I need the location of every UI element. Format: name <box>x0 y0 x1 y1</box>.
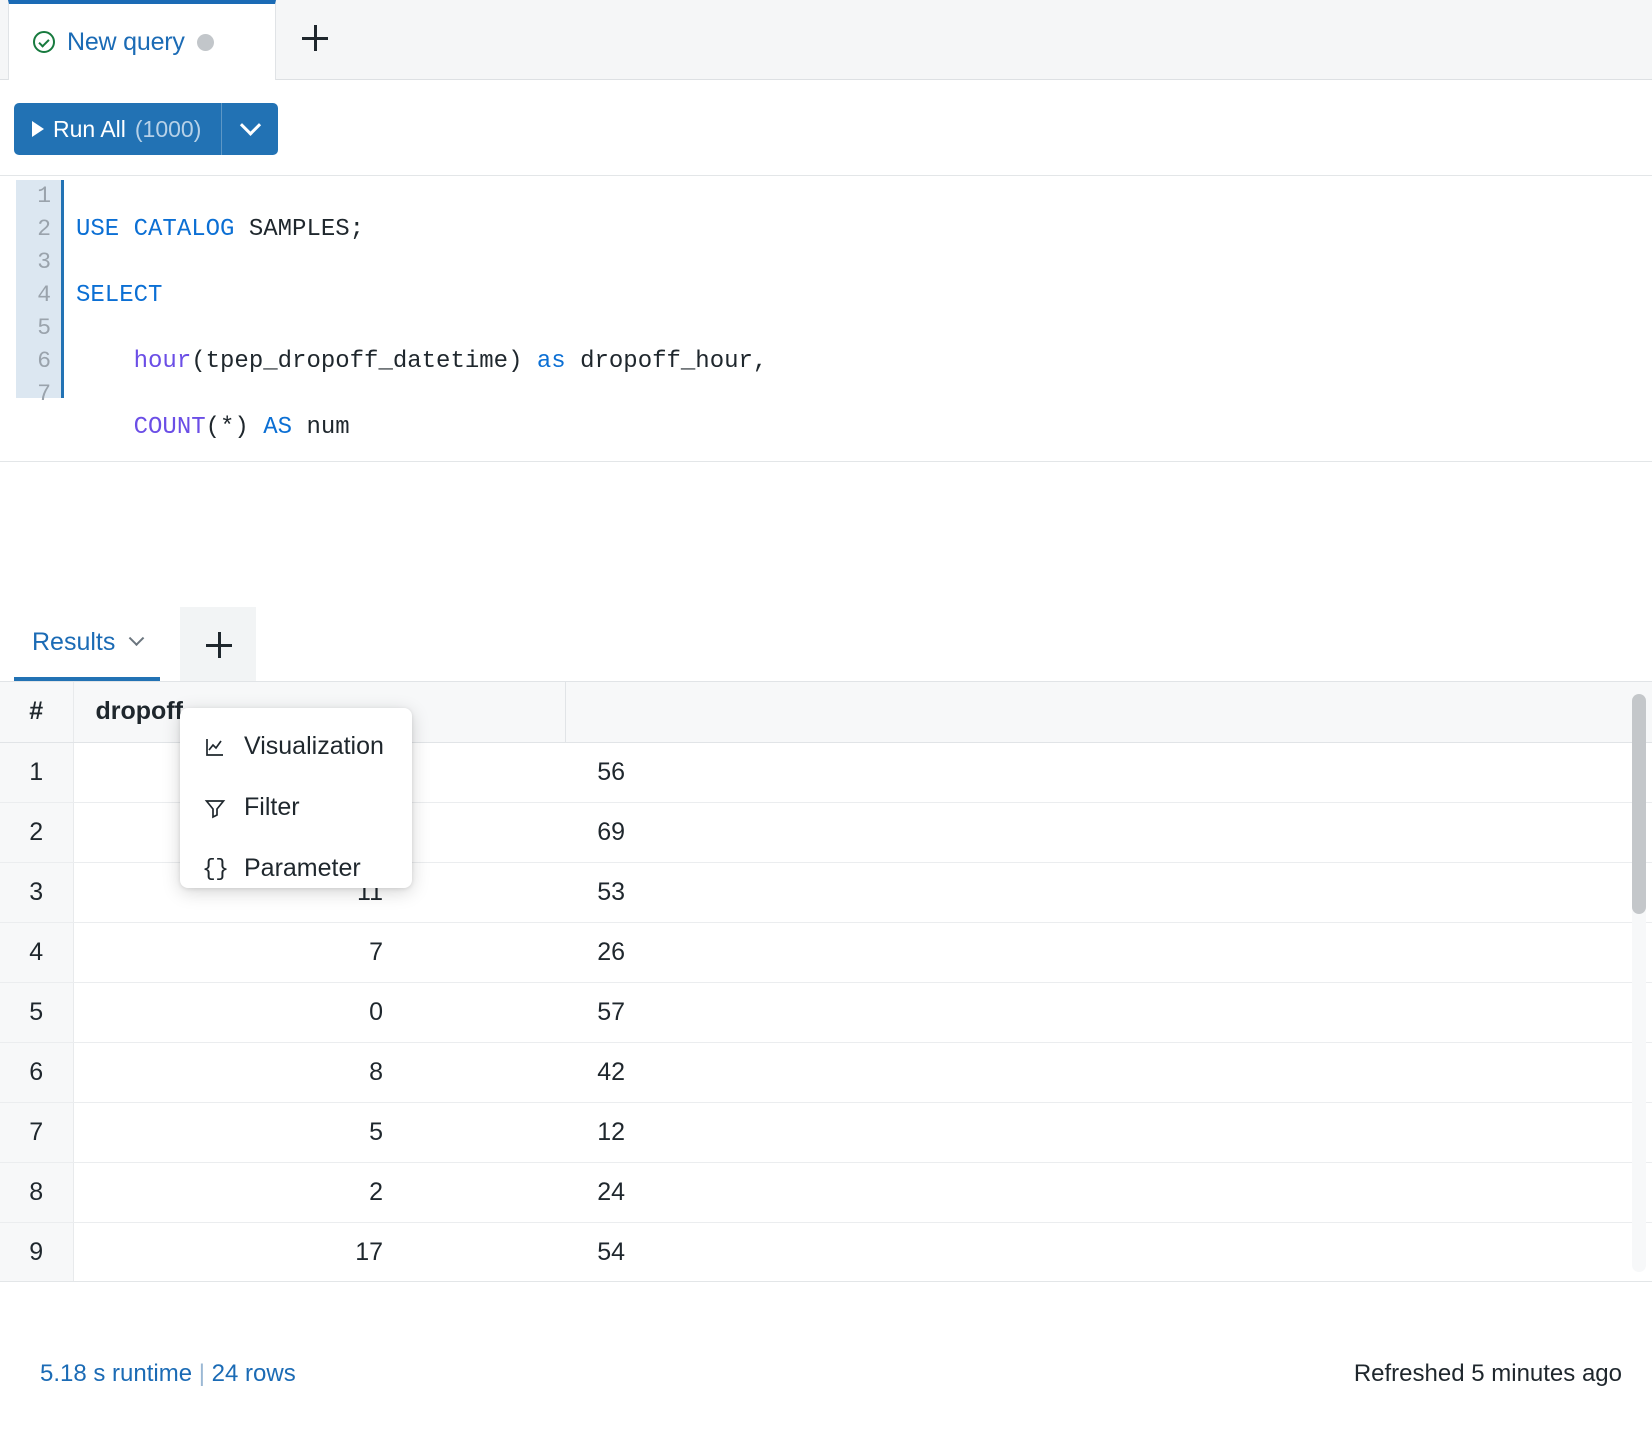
chevron-down-icon <box>240 114 261 135</box>
code-line: hour(tpep_dropoff_datetime) as dropoff_h… <box>76 345 767 378</box>
run-all-button-group: Run All (1000) <box>14 103 278 155</box>
menu-item-parameter[interactable]: { } Parameter <box>180 838 412 899</box>
cell-num[interactable]: 54 <box>565 1222 1652 1281</box>
table-row[interactable]: 5057 <box>0 982 1652 1042</box>
add-tab-button[interactable] <box>276 0 354 76</box>
line-number: 5 <box>16 312 61 345</box>
tab-results[interactable]: Results <box>14 607 160 681</box>
run-all-count: (1000) <box>135 116 201 143</box>
menu-item-label: Parameter <box>244 854 361 883</box>
run-options-button[interactable] <box>222 103 278 155</box>
line-number: 7 <box>16 378 61 411</box>
unsaved-indicator-icon <box>197 34 214 51</box>
cell-num-value: 42 <box>565 1058 625 1087</box>
cell-dropoff-hour[interactable]: 5 <box>73 1102 565 1162</box>
cell-num[interactable]: 12 <box>565 1102 1652 1162</box>
cell-num[interactable]: 24 <box>565 1162 1652 1222</box>
line-number-gutter: 1 2 3 4 5 6 7 <box>16 180 64 398</box>
column-header-index[interactable]: # <box>0 682 73 742</box>
cell-num[interactable]: 57 <box>565 982 1652 1042</box>
row-count-label: 24 rows <box>212 1360 296 1387</box>
tab-bar: New query <box>0 0 1652 80</box>
play-icon <box>32 121 44 137</box>
row-index-cell: 2 <box>0 802 73 862</box>
line-number: 3 <box>16 246 61 279</box>
cell-num-value: 56 <box>565 758 625 787</box>
results-tab-strip: Results <box>0 607 1652 681</box>
cell-num[interactable]: 69 <box>565 802 1652 862</box>
add-result-tab-button[interactable] <box>180 607 256 681</box>
status-bar: 5.18 s runtime | 24 rows Refreshed 5 min… <box>0 1281 1652 1444</box>
line-chart-icon <box>202 734 228 760</box>
cell-dropoff-hour[interactable]: 2 <box>73 1162 565 1222</box>
table-row[interactable]: 4726 <box>0 922 1652 982</box>
cell-num-value: 53 <box>565 878 625 907</box>
cell-num-value: 24 <box>565 1178 625 1207</box>
menu-item-label: Filter <box>244 793 300 822</box>
cell-num[interactable]: 56 <box>565 742 1652 802</box>
parameters-panel: pickupzip 10001 <box>0 462 1652 607</box>
cell-num-value: 54 <box>565 1238 625 1267</box>
row-index-cell: 6 <box>0 1042 73 1102</box>
refreshed-label: Refreshed 5 minutes ago <box>1354 1360 1622 1388</box>
cell-num-value: 69 <box>565 818 625 847</box>
cell-num-value: 26 <box>565 938 625 967</box>
cell-num[interactable]: 42 <box>565 1042 1652 1102</box>
funnel-icon <box>202 795 228 821</box>
plus-icon <box>302 25 328 51</box>
plus-icon <box>206 632 230 656</box>
code-line: COUNT(*) AS num <box>76 411 767 444</box>
table-row[interactable]: 8224 <box>0 1162 1652 1222</box>
cell-dropoff-hour[interactable]: 0 <box>73 982 565 1042</box>
check-circle-icon <box>33 31 55 53</box>
code-line: SELECT <box>76 279 767 312</box>
query-stats[interactable]: 5.18 s runtime | 24 rows <box>40 1360 296 1388</box>
table-row[interactable]: 91754 <box>0 1222 1652 1281</box>
run-all-button[interactable]: Run All (1000) <box>14 103 221 155</box>
line-number: 1 <box>16 180 61 213</box>
row-index-cell: 5 <box>0 982 73 1042</box>
add-result-menu: Visualization Filter { } Parameter <box>180 708 412 888</box>
cell-dropoff-hour[interactable]: 17 <box>73 1222 565 1281</box>
column-header-num[interactable] <box>565 682 1652 742</box>
cell-dropoff-hour[interactable]: 8 <box>73 1042 565 1102</box>
table-row[interactable]: 7512 <box>0 1102 1652 1162</box>
results-tab-label: Results <box>32 628 115 657</box>
menu-item-visualization[interactable]: Visualization <box>180 716 412 777</box>
cell-num-value: 57 <box>565 998 625 1027</box>
tab-label: New query <box>67 28 185 57</box>
row-index-cell: 7 <box>0 1102 73 1162</box>
menu-item-label: Visualization <box>244 732 384 761</box>
cell-num-value: 12 <box>565 1118 625 1147</box>
query-toolbar: Run All (1000) hive_met.... def... <box>0 80 1652 176</box>
line-number: 6 <box>16 345 61 378</box>
query-editor-page: New query Run All (1000) hive_met.... <box>0 0 1652 1444</box>
cell-num[interactable]: 53 <box>565 862 1652 922</box>
chevron-down-icon <box>129 630 145 646</box>
cell-dropoff-hour[interactable]: 7 <box>73 922 565 982</box>
row-index-cell: 8 <box>0 1162 73 1222</box>
row-index-cell: 1 <box>0 742 73 802</box>
run-all-label: Run All <box>53 116 126 143</box>
line-number: 2 <box>16 213 61 246</box>
sql-editor[interactable]: 1 2 3 4 5 6 7 USE CATALOG SAMPLES; SELEC… <box>0 176 1652 462</box>
menu-item-filter[interactable]: Filter <box>180 777 412 838</box>
row-index-cell: 3 <box>0 862 73 922</box>
table-row[interactable]: 6842 <box>0 1042 1652 1102</box>
code-line: USE CATALOG SAMPLES; <box>76 213 767 246</box>
tab-new-query[interactable]: New query <box>8 0 276 80</box>
stats-separator: | <box>199 1360 205 1387</box>
cell-num[interactable]: 26 <box>565 922 1652 982</box>
runtime-label: 5.18 s runtime <box>40 1360 192 1387</box>
curly-braces-icon: { } <box>202 856 228 882</box>
row-index-cell: 4 <box>0 922 73 982</box>
row-index-cell: 9 <box>0 1222 73 1281</box>
vertical-scrollbar-thumb[interactable] <box>1632 694 1646 914</box>
line-number: 4 <box>16 279 61 312</box>
